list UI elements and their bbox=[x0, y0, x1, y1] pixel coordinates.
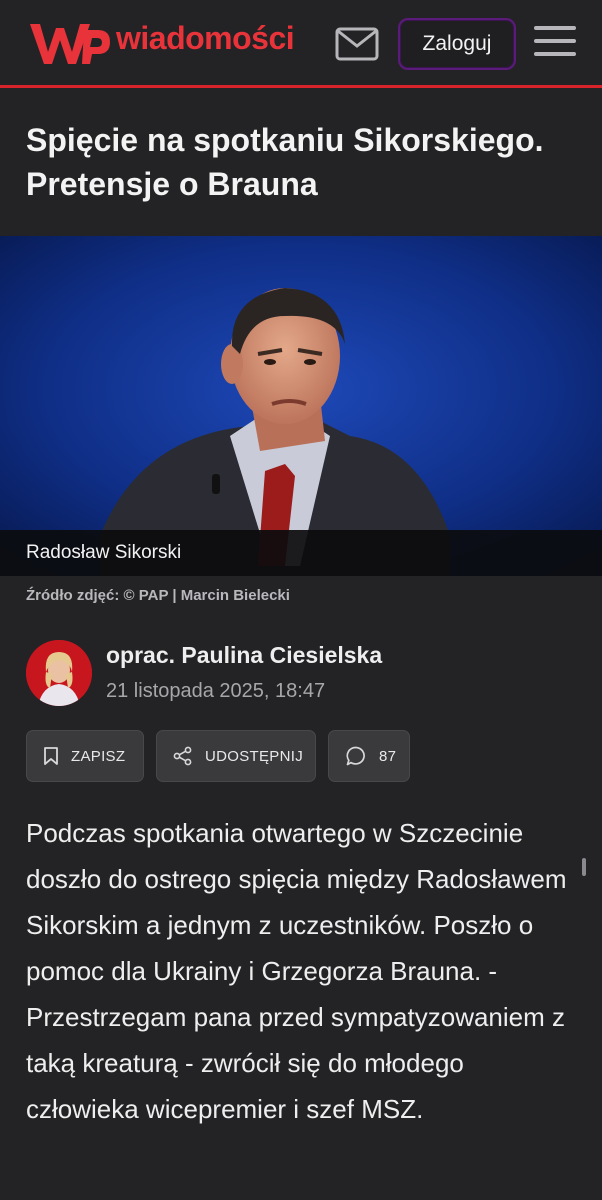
photo-source: Źródło zdjęć: © PAP | Marcin Bielecki bbox=[26, 587, 290, 604]
author-portrait bbox=[26, 640, 92, 706]
wp-logo-icon bbox=[30, 24, 110, 64]
site-header: wiadomości Zaloguj bbox=[0, 0, 602, 88]
hamburger-menu-icon[interactable] bbox=[534, 26, 576, 62]
page: wiadomości Zaloguj Spięcie na spotkaniu … bbox=[0, 0, 602, 1200]
article-title: Spięcie na spotkaniu Sikorskiego. Preten… bbox=[26, 122, 544, 202]
portrait-illustration bbox=[0, 236, 602, 576]
share-label: UDOSTĘPNIJ bbox=[205, 747, 304, 765]
save-label: ZAPISZ bbox=[71, 747, 126, 765]
comments-count: 87 bbox=[379, 747, 397, 765]
login-button[interactable]: Zaloguj bbox=[398, 18, 516, 70]
logo-text: wiadomości bbox=[116, 19, 295, 56]
photo-caption: Radosław Sikorski bbox=[0, 530, 602, 576]
article-lead: Podczas spotkania otwartego w Szczecinie… bbox=[26, 818, 567, 1124]
comment-icon bbox=[346, 746, 365, 766]
publish-date: 21 listopada 2025, 18:47 bbox=[106, 680, 326, 702]
save-button[interactable]: ZAPISZ bbox=[26, 730, 144, 782]
comments-button[interactable]: 87 bbox=[328, 730, 410, 782]
author-name[interactable]: oprac. Paulina Ciesielska bbox=[106, 642, 382, 669]
article-photo[interactable]: Radosław Sikorski bbox=[0, 236, 602, 576]
share-button[interactable]: UDOSTĘPNIJ bbox=[156, 730, 316, 782]
scrollbar[interactable] bbox=[582, 858, 586, 876]
author-avatar[interactable] bbox=[26, 640, 92, 706]
bookmark-icon bbox=[44, 747, 58, 765]
share-icon bbox=[173, 746, 192, 766]
site-logo[interactable]: wiadomości bbox=[26, 16, 295, 68]
mail-icon bbox=[335, 27, 379, 61]
mail-button[interactable] bbox=[334, 26, 380, 62]
